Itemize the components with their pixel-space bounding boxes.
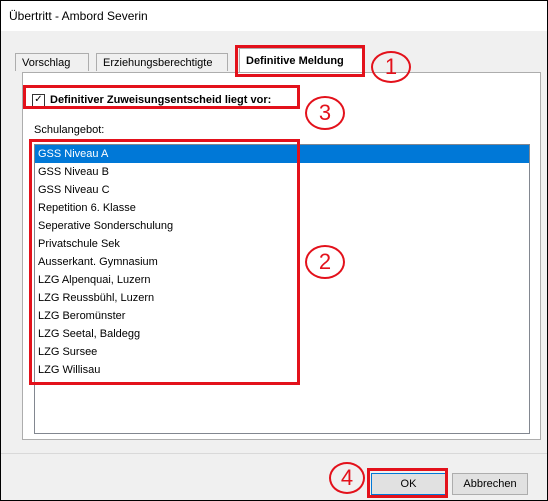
list-item[interactable]: LZG Willisau	[35, 361, 529, 379]
zuweisungsentscheid-checkbox[interactable]: ✓ Definitiver Zuweisungsentscheid liegt …	[32, 92, 271, 108]
title-bar: Übertritt - Ambord Severin	[1, 1, 547, 31]
cancel-button[interactable]: Abbrechen	[452, 473, 528, 495]
tab-bar: Vorschlag Erziehungsberechtigte Definiti…	[1, 41, 547, 73]
list-item[interactable]: GSS Niveau C	[35, 181, 529, 199]
checkbox-label: Definitiver Zuweisungsentscheid liegt vo…	[50, 94, 272, 106]
tab-vorschlag[interactable]: Vorschlag	[15, 53, 89, 71]
checkbox-check-icon[interactable]: ✓	[32, 93, 45, 107]
footer-divider	[1, 453, 547, 454]
schulangebot-listbox[interactable]: GSS Niveau A GSS Niveau B GSS Niveau C R…	[34, 144, 530, 434]
annotation-number-1: 1	[371, 51, 411, 83]
list-item[interactable]: LZG Sursee	[35, 343, 529, 361]
annotation-number-4: 4	[329, 462, 365, 494]
list-item[interactable]: LZG Reussbühl, Luzern	[35, 289, 529, 307]
tab-erziehungsberechtigte[interactable]: Erziehungsberechtigte	[96, 53, 228, 71]
list-item[interactable]: Ausserkant. Gymnasium	[35, 253, 529, 271]
list-item[interactable]: Privatschule Sek	[35, 235, 529, 253]
annotation-number-2: 2	[305, 245, 345, 279]
schulangebot-label: Schulangebot:	[34, 124, 105, 136]
tab-definitive-meldung[interactable]: Definitive Meldung	[239, 48, 363, 73]
annotation-number-3: 3	[305, 96, 345, 130]
ok-button[interactable]: OK	[371, 473, 446, 495]
list-item[interactable]: Seperative Sonderschulung	[35, 217, 529, 235]
list-item[interactable]: LZG Seetal, Baldegg	[35, 325, 529, 343]
list-item[interactable]: GSS Niveau A	[35, 145, 529, 163]
list-item[interactable]: GSS Niveau B	[35, 163, 529, 181]
window-title: Übertritt - Ambord Severin	[9, 9, 148, 23]
list-item[interactable]: Repetition 6. Klasse	[35, 199, 529, 217]
list-item[interactable]: LZG Beromünster	[35, 307, 529, 325]
list-item[interactable]: LZG Alpenquai, Luzern	[35, 271, 529, 289]
dialog-window: Übertritt - Ambord Severin Vorschlag Erz…	[0, 0, 548, 501]
